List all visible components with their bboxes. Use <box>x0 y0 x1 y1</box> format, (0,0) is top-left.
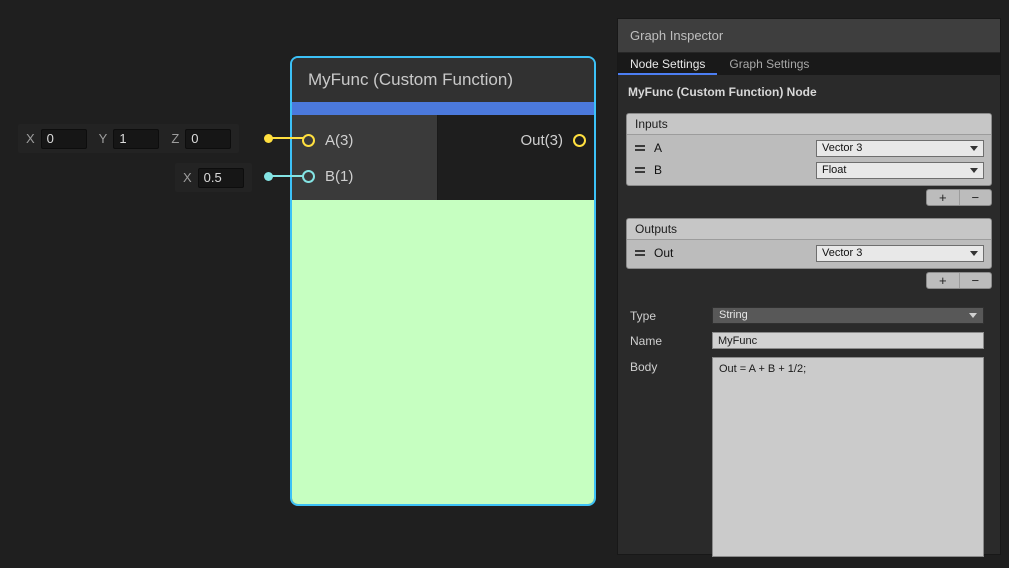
output-row-out[interactable]: Out Vector 3 <box>627 242 991 264</box>
body-row: Body Out = A + B + 1/2; <box>626 357 992 557</box>
dropdown-value: Float <box>822 163 970 178</box>
name-field[interactable] <box>712 332 984 349</box>
node-title-color-bar <box>292 102 594 115</box>
drag-handle-icon[interactable] <box>634 249 648 257</box>
body-field[interactable]: Out = A + B + 1/2; <box>712 357 984 557</box>
port-row-out: Out(3) <box>438 122 594 158</box>
panel-title-bar[interactable]: Graph Inspector <box>618 19 1000 53</box>
port-row-a: A(3) <box>292 122 437 158</box>
float-value-widget: X <box>175 163 252 192</box>
port-a-label: A(3) <box>325 132 353 149</box>
panel-title: Graph Inspector <box>630 28 723 43</box>
outputs-section: Outputs Out Vector 3 <box>626 218 992 269</box>
name-label: Name <box>626 334 712 348</box>
vector-z-label: Z <box>171 131 179 146</box>
vector-x-field[interactable] <box>41 129 87 149</box>
tab-graph-settings[interactable]: Graph Settings <box>717 53 821 75</box>
input-ports-column: A(3) B(1) <box>292 115 438 200</box>
input-a-type-dropdown[interactable]: Vector 3 <box>816 140 984 157</box>
dropdown-value: String <box>719 308 969 323</box>
inputs-section: Inputs A Vector 3 B Float <box>626 113 992 186</box>
input-row-b[interactable]: B Float <box>627 159 991 181</box>
remove-input-button[interactable]: − <box>960 190 992 205</box>
port-row-b: B(1) <box>292 158 437 194</box>
type-label: Type <box>626 309 712 323</box>
output-ports-column: Out(3) <box>438 115 594 200</box>
port-b-connector-icon[interactable] <box>302 170 315 183</box>
panel-tab-bar: Node Settings Graph Settings <box>618 53 1000 75</box>
wire-a[interactable] <box>268 137 306 139</box>
wire-b[interactable] <box>268 175 306 177</box>
node-port-area: A(3) B(1) Out(3) <box>292 115 594 200</box>
port-out-connector-icon[interactable] <box>573 134 586 147</box>
input-name: A <box>654 141 816 155</box>
input-row-a[interactable]: A Vector 3 <box>627 137 991 159</box>
custom-function-node[interactable]: MyFunc (Custom Function) A(3) B(1) Out(3… <box>290 56 596 506</box>
outputs-section-title: Outputs <box>627 219 991 240</box>
float-x-label: X <box>183 170 192 185</box>
float-x-field[interactable] <box>198 168 244 188</box>
add-input-button[interactable]: + <box>927 190 960 205</box>
inputs-section-title: Inputs <box>627 114 991 135</box>
node-preview-area <box>292 200 594 504</box>
outputs-add-remove-bar: + − <box>926 272 992 289</box>
chevron-down-icon <box>969 313 977 318</box>
node-header: MyFunc (Custom Function) <box>292 58 594 102</box>
body-label: Body <box>626 357 712 374</box>
name-row: Name <box>626 332 992 349</box>
port-a-connector-icon[interactable] <box>302 134 315 147</box>
port-out-label: Out(3) <box>520 132 563 149</box>
drag-handle-icon[interactable] <box>634 144 648 152</box>
vector-y-label: Y <box>99 131 108 146</box>
vector-z-field[interactable] <box>185 129 231 149</box>
input-b-type-dropdown[interactable]: Float <box>816 162 984 179</box>
vector-y-field[interactable] <box>113 129 159 149</box>
inputs-add-remove-bar: + − <box>926 189 992 206</box>
input-name: B <box>654 163 816 177</box>
chevron-down-icon <box>970 146 978 151</box>
port-b-label: B(1) <box>325 168 353 185</box>
node-settings-heading: MyFunc (Custom Function) Node <box>628 85 990 99</box>
dropdown-value: Vector 3 <box>822 246 970 261</box>
node-title: MyFunc (Custom Function) <box>308 70 513 90</box>
drag-handle-icon[interactable] <box>634 166 648 174</box>
remove-output-button[interactable]: − <box>960 273 992 288</box>
chevron-down-icon <box>970 168 978 173</box>
output-out-type-dropdown[interactable]: Vector 3 <box>816 245 984 262</box>
dropdown-value: Vector 3 <box>822 141 970 156</box>
vector3-value-widget: X Y Z <box>18 124 239 153</box>
output-name: Out <box>654 246 816 260</box>
chevron-down-icon <box>970 251 978 256</box>
shader-graph-canvas[interactable]: X Y Z X MyFunc (Custom Function) <box>0 0 1009 568</box>
vector-x-label: X <box>26 131 35 146</box>
type-dropdown[interactable]: String <box>712 307 984 324</box>
tab-node-settings[interactable]: Node Settings <box>618 53 717 75</box>
panel-body: MyFunc (Custom Function) Node Inputs A V… <box>618 75 1000 565</box>
type-row: Type String <box>626 307 992 324</box>
add-output-button[interactable]: + <box>927 273 960 288</box>
graph-inspector-panel: Graph Inspector Node Settings Graph Sett… <box>617 18 1001 555</box>
